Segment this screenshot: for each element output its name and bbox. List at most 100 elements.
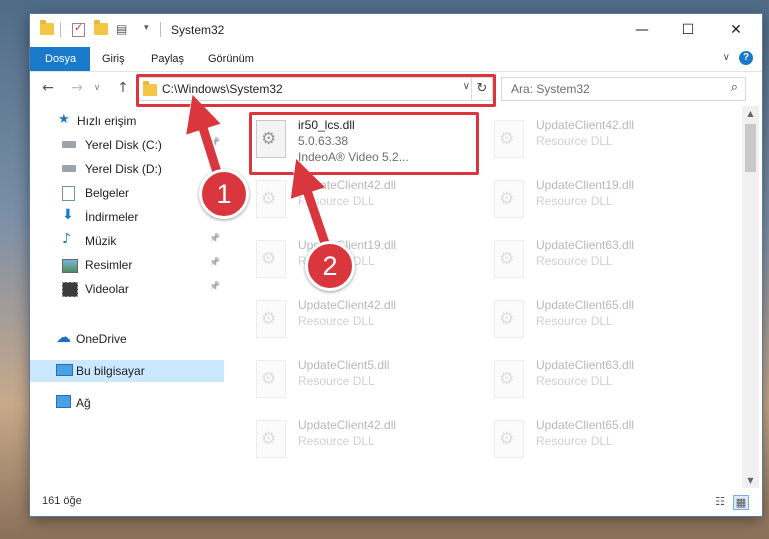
expand-ribbon-icon[interactable]: ∨ [723,52,730,63]
navigation-pane: ★ Hızlı erişim Yerel Disk (C:) 📌 Yerel D… [30,106,226,488]
file-item[interactable]: UpdateClient5.dll Resource DLL [250,354,480,408]
file-item[interactable]: UpdateClient19.dll Resource DLL [488,174,718,228]
drive-icon [62,141,76,148]
customize-toolbar-icon[interactable]: ▾ [144,23,149,33]
drive-icon [62,165,76,172]
sidebar-item-videos[interactable]: Videolar 📌 [30,278,224,300]
sidebar-item-label: Yerel Disk (C:) [85,138,162,152]
search-input[interactable]: Ara: System32 [511,82,590,96]
sidebar-item-label: İndirmeler [85,210,139,224]
tab-home[interactable]: Giriş [88,47,139,71]
file-item[interactable]: UpdateClient65.dll Resource DLL [488,414,718,468]
sidebar-item-pictures[interactable]: Resimler 📌 [30,254,224,276]
minimize-button[interactable]: — [619,14,665,47]
dll-file-icon [494,180,524,218]
sidebar-item-label: Videolar [85,282,129,296]
sidebar-item-label: Belgeler [85,186,130,200]
dll-file-icon [494,120,524,158]
sidebar-item-local-disk-d[interactable]: Yerel Disk (D:) 📌 [30,158,224,180]
sidebar-item-music[interactable]: ♪ Müzik 📌 [30,230,224,252]
download-icon: ⬇ [62,207,74,223]
properties-icon[interactable] [72,21,85,37]
view-icon[interactable]: ▤ [116,22,127,36]
file-name: UpdateClient42.dll [298,178,397,192]
tab-view[interactable]: Görünüm [194,47,268,71]
scrollbar-thumb[interactable] [745,124,756,172]
divider [160,22,161,37]
sidebar-item-label: Yerel Disk (D:) [85,162,162,176]
sidebar-item-local-disk-c[interactable]: Yerel Disk (C:) 📌 [30,134,224,156]
forward-button[interactable]: → [67,78,87,98]
file-item[interactable]: UpdateClient65.dll Resource DLL [488,294,718,348]
sidebar-item-downloads[interactable]: ⬇ İndirmeler 📌 [30,206,224,228]
file-name: UpdateClient19.dll [536,178,635,192]
title-bar[interactable]: ▤ ▾ System32 — ☐ ✕ [30,14,762,47]
pin-icon[interactable]: 📌 [209,138,220,148]
dll-file-icon [494,360,524,398]
file-name: UpdateClient65.dll [536,418,635,432]
file-description: Resource DLL [536,134,613,148]
tiles-view-icon[interactable]: ▦ [733,495,749,510]
file-description: Resource DLL [298,374,375,388]
file-description: Resource DLL [536,314,613,328]
address-highlight [136,74,496,107]
close-button[interactable]: ✕ [713,14,759,47]
file-description: Resource DLL [298,314,375,328]
sidebar-item-onedrive[interactable]: ☁ OneDrive [30,328,224,350]
dll-file-icon [256,420,286,458]
file-item[interactable]: UpdateClient63.dll Resource DLL [488,234,718,288]
recent-locations-button[interactable]: ∨ [87,78,107,98]
sidebar-item-label: OneDrive [76,332,127,346]
ribbon-tabs: Dosya Giriş Paylaş Görünüm ∨ ? [30,47,762,72]
sidebar-item-quick-access[interactable]: ★ Hızlı erişim [30,110,224,132]
file-name: UpdateClient63.dll [536,358,635,372]
videos-icon [62,282,78,297]
network-icon [56,395,71,408]
file-item[interactable]: UpdateClient63.dll Resource DLL [488,354,718,408]
file-item[interactable]: UpdateClient42.dll Resource DLL [250,414,480,468]
file-name: UpdateClient65.dll [536,298,635,312]
sidebar-item-label: Hızlı erişim [77,114,137,128]
back-button[interactable]: ← [38,78,58,98]
file-highlight [249,112,479,175]
dll-file-icon [256,240,286,278]
pin-icon[interactable]: 📌 [209,234,220,244]
dll-file-icon [494,420,524,458]
music-icon: ♪ [62,231,71,247]
window-title: System32 [171,23,225,37]
sidebar-item-label: Bu bilgisayar [76,364,145,378]
vertical-scrollbar[interactable]: ▲ ▼ [742,106,759,488]
file-name: UpdateClient42.dll [298,418,397,432]
dll-file-icon [256,360,286,398]
file-item[interactable]: UpdateClient42.dll Resource DLL [488,114,718,168]
computer-icon [56,364,73,376]
file-description: Resource DLL [298,194,375,208]
sidebar-item-network[interactable]: Ağ [30,392,224,414]
file-item[interactable]: UpdateClient42.dll Resource DLL [250,174,480,228]
star-icon: ★ [58,112,70,127]
up-button[interactable]: ↑ [113,78,133,98]
documents-icon [62,186,75,201]
sidebar-item-documents[interactable]: Belgeler 📌 [30,182,224,204]
scroll-up-icon[interactable]: ▲ [742,109,759,118]
file-name: UpdateClient42.dll [536,118,635,132]
tab-file[interactable]: Dosya [30,47,90,71]
sidebar-item-this-pc[interactable]: Bu bilgisayar [30,360,224,382]
status-bar: 161 öğe ☷ ▦ [30,488,762,516]
pin-icon[interactable]: 📌 [209,282,220,292]
file-name: UpdateClient63.dll [536,238,635,252]
file-name: UpdateClient42.dll [298,298,397,312]
maximize-button[interactable]: ☐ [665,14,711,47]
new-folder-icon[interactable] [94,20,108,35]
help-icon[interactable]: ? [739,51,753,65]
file-item[interactable]: UpdateClient19.dll Resource DLL [250,234,480,288]
search-box[interactable]: Ara: System32 ⌕ [501,77,746,101]
divider [60,22,61,37]
pin-icon[interactable]: 📌 [209,258,220,268]
explorer-window: ▤ ▾ System32 — ☐ ✕ Dosya Giriş Paylaş Gö… [30,14,762,516]
scroll-down-icon[interactable]: ▼ [742,476,759,485]
search-icon[interactable]: ⌕ [731,80,738,95]
details-view-icon[interactable]: ☷ [713,495,727,508]
file-item[interactable]: UpdateClient42.dll Resource DLL [250,294,480,348]
tab-share[interactable]: Paylaş [137,47,198,71]
